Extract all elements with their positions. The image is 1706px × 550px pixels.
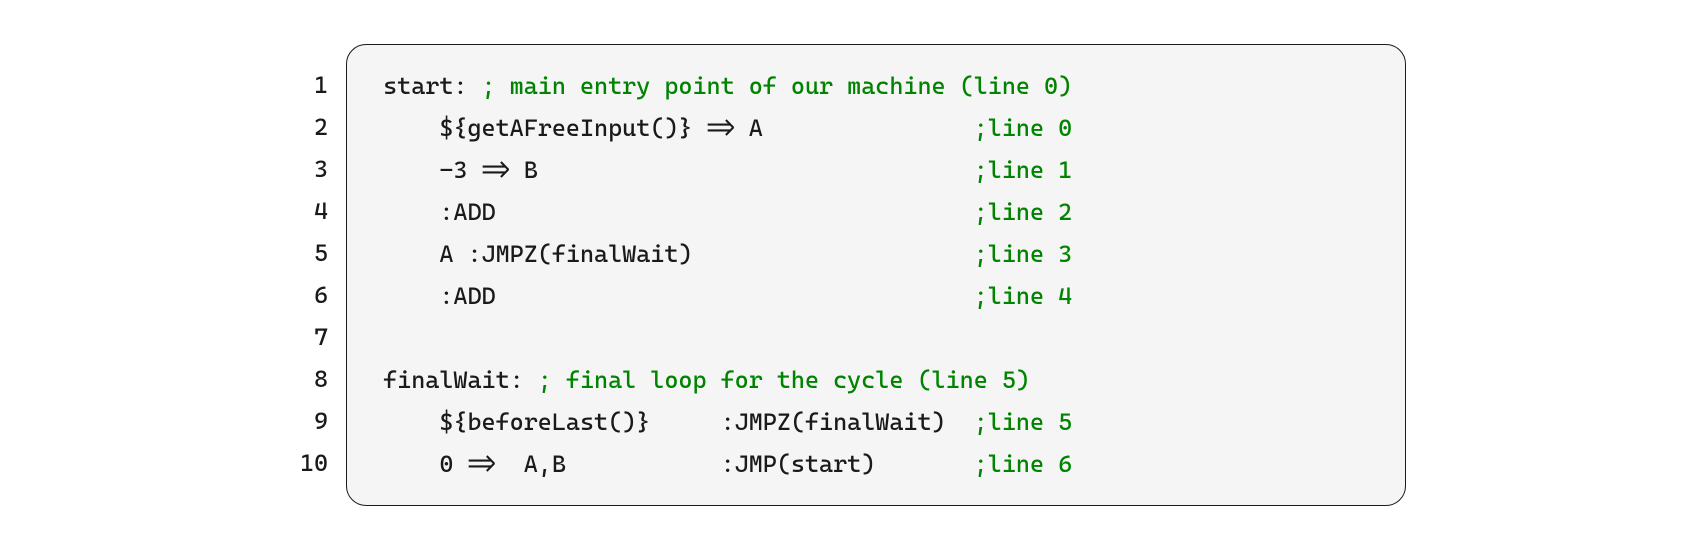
code-line: ${getAFreeInput()} => A ;line 0 (383, 107, 1369, 149)
line-number: 5 (300, 232, 328, 274)
code-text: 0 => A,B :JMP(start) (383, 450, 974, 478)
code-line: :ADD ;line 2 (383, 191, 1369, 233)
code-text: start: (383, 72, 481, 100)
line-number: 3 (300, 148, 328, 190)
code-line: 0 => A,B :JMP(start) ;line 6 (383, 443, 1369, 485)
code-text: :ADD (383, 198, 974, 226)
code-comment: ;line 6 (974, 450, 1072, 478)
code-comment: ;line 2 (974, 198, 1072, 226)
code-text: A :JMPZ(finalWait) (383, 240, 974, 268)
line-number: 9 (300, 400, 328, 442)
code-line: ${beforeLast()} :JMPZ(finalWait) ;line 5 (383, 401, 1369, 443)
code-line: -3 => B ;line 1 (383, 149, 1369, 191)
line-number: 1 (300, 64, 328, 106)
code-panel: start: ; main entry point of our machine… (346, 44, 1406, 506)
code-text: :ADD (383, 282, 974, 310)
line-number: 10 (300, 442, 328, 484)
code-comment: ; main entry point of our machine (line … (482, 72, 1073, 100)
code-text: -3 => B (383, 156, 974, 184)
line-number: 6 (300, 274, 328, 316)
code-line: A :JMPZ(finalWait) ;line 3 (383, 233, 1369, 275)
code-text: ${getAFreeInput()} => A (383, 114, 974, 142)
code-comment: ;line 5 (974, 408, 1072, 436)
code-comment: ; final loop for the cycle (line 5) (538, 366, 1030, 394)
line-number: 2 (300, 106, 328, 148)
line-number: 7 (300, 316, 328, 358)
line-number-gutter: 12345678910 (300, 44, 346, 504)
code-block: 12345678910 start: ; main entry point of… (300, 44, 1406, 506)
line-number: 4 (300, 190, 328, 232)
code-text: finalWait: (383, 366, 538, 394)
code-comment: ;line 4 (974, 282, 1072, 310)
code-comment: ;line 0 (974, 114, 1072, 142)
code-text: ${beforeLast()} :JMPZ(finalWait) (383, 408, 974, 436)
code-line (383, 317, 1369, 359)
code-line: start: ; main entry point of our machine… (383, 65, 1369, 107)
code-line: finalWait: ; final loop for the cycle (l… (383, 359, 1369, 401)
line-number: 8 (300, 358, 328, 400)
code-comment: ;line 3 (974, 240, 1072, 268)
code-comment: ;line 1 (974, 156, 1072, 184)
code-line: :ADD ;line 4 (383, 275, 1369, 317)
